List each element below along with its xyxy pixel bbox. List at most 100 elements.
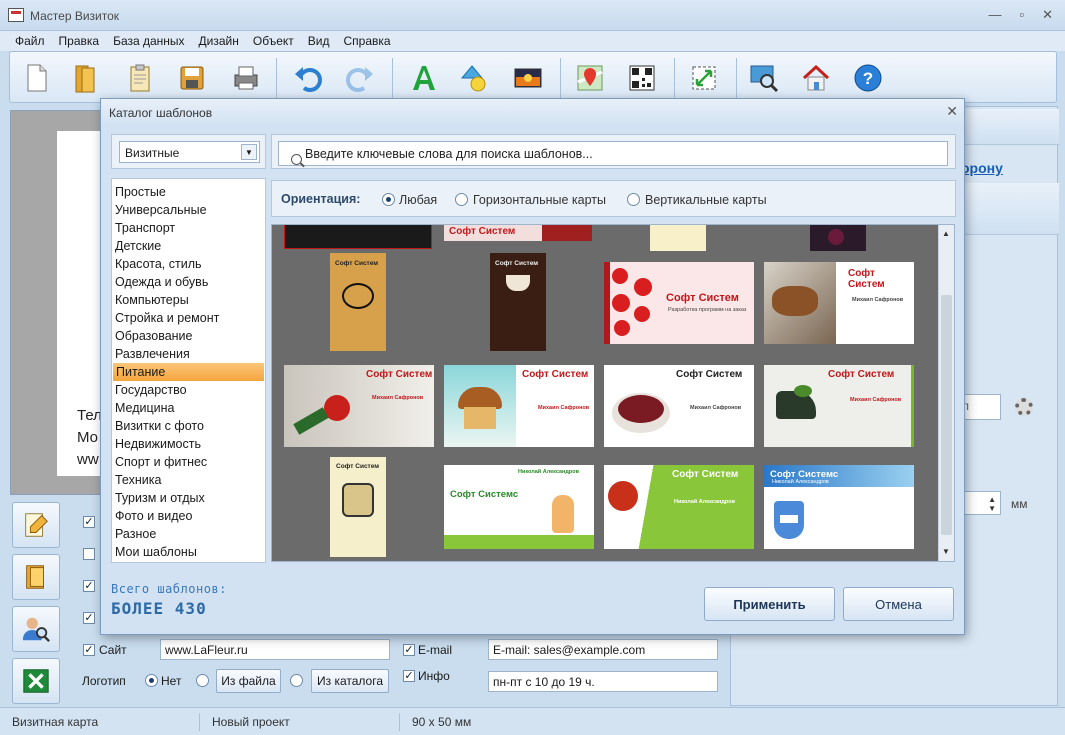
scroll-up-icon[interactable]: ▲ xyxy=(942,229,950,238)
minimize-button[interactable]: — xyxy=(988,7,1001,23)
category-item[interactable]: Универсальные xyxy=(112,201,265,219)
category-item[interactable]: Мои шаблоны xyxy=(112,543,265,561)
from-file-button[interactable]: Из файла xyxy=(216,669,281,693)
email-checkbox[interactable]: ✓ xyxy=(403,644,415,656)
search-input[interactable]: Введите ключевые слова для поиска шаблон… xyxy=(278,141,948,166)
menu-file[interactable]: Файл xyxy=(8,31,52,51)
field-checkbox-3[interactable]: ✓ xyxy=(83,580,95,592)
site-checkbox[interactable]: ✓ xyxy=(83,644,95,656)
excel-button[interactable] xyxy=(12,658,60,704)
category-item[interactable]: Компьютеры xyxy=(112,291,265,309)
templates-button[interactable] xyxy=(12,554,60,600)
category-item[interactable]: Транспорт xyxy=(112,219,265,237)
orientation-vertical-radio[interactable] xyxy=(627,193,640,206)
scrollbar-thumb[interactable] xyxy=(941,295,952,535)
category-item[interactable]: Медицина xyxy=(112,399,265,417)
menu-design[interactable]: Дизайн xyxy=(192,31,246,51)
template-thumb[interactable]: Софт Систем xyxy=(444,225,592,241)
field-checkbox-1[interactable]: ✓ xyxy=(83,516,95,528)
dialog-close-icon[interactable]: ✕ xyxy=(946,103,958,120)
orientation-horizontal-label[interactable]: Горизонтальные карты xyxy=(473,193,606,207)
cancel-button[interactable]: Отмена xyxy=(843,587,954,621)
category-item[interactable]: Техника xyxy=(112,471,265,489)
category-item[interactable]: Недвижимость xyxy=(112,435,265,453)
apply-button[interactable]: Применить xyxy=(704,587,835,621)
category-item[interactable]: Государство xyxy=(112,381,265,399)
category-item[interactable]: Стройка и ремонт xyxy=(112,309,265,327)
close-button[interactable]: ✕ xyxy=(1042,7,1053,23)
qr-code-icon[interactable] xyxy=(624,60,660,96)
template-thumb[interactable]: Софт Систем Михаил Сафронов xyxy=(284,365,434,447)
maximize-button[interactable]: ▫ xyxy=(1019,7,1024,23)
menu-object[interactable]: Объект xyxy=(246,31,301,51)
template-thumb[interactable]: Софт Систем Михаил Сафронов xyxy=(764,365,914,447)
orientation-any-label[interactable]: Любая xyxy=(399,193,437,207)
category-item[interactable]: Фото и видео xyxy=(112,507,265,525)
category-item[interactable]: Спорт и фитнес xyxy=(112,453,265,471)
menu-database[interactable]: База данных xyxy=(106,31,191,51)
template-thumb[interactable]: Софт Систем xyxy=(330,253,386,351)
search-contacts-button[interactable] xyxy=(12,606,60,652)
template-thumb[interactable] xyxy=(810,225,866,251)
chevron-down-icon[interactable]: ▼ xyxy=(241,144,257,160)
save-icon[interactable] xyxy=(174,60,210,96)
design-canvas[interactable]: Тел Мо ww xyxy=(10,110,107,495)
template-thumb[interactable]: Софт Систем Николай Александров xyxy=(604,465,754,549)
template-thumb[interactable]: Софт Системс Николай Александров xyxy=(444,465,594,549)
edit-text-button[interactable] xyxy=(12,502,60,548)
gallery-scrollbar[interactable]: ▲ ▼ xyxy=(938,225,954,561)
category-item[interactable]: Простые xyxy=(112,183,265,201)
template-thumb[interactable]: Софт Систем Михаил Сафронов xyxy=(764,262,914,344)
template-thumb[interactable]: Софт Систем Разработка программ на заказ xyxy=(604,262,754,344)
fit-icon[interactable] xyxy=(686,60,722,96)
field-checkbox-4[interactable]: ✓ xyxy=(83,612,95,624)
print-icon[interactable] xyxy=(228,60,264,96)
scroll-down-icon[interactable]: ▼ xyxy=(942,547,950,556)
template-thumb[interactable]: Софт Систем xyxy=(330,457,386,557)
template-thumb[interactable]: Софт Систем Михаил Сафронов xyxy=(444,365,594,447)
category-item-selected[interactable]: Питание xyxy=(113,363,264,381)
category-item[interactable]: Развлечения xyxy=(112,345,265,363)
menu-view[interactable]: Вид xyxy=(301,31,337,51)
category-item[interactable]: Визитки с фото xyxy=(112,417,265,435)
undo-icon[interactable] xyxy=(290,60,326,96)
category-item[interactable]: Одежда и обувь xyxy=(112,273,265,291)
menu-help[interactable]: Справка xyxy=(336,31,397,51)
side-link[interactable]: орону xyxy=(961,160,1003,176)
template-thumb[interactable]: Софт Систем Михаил Сафронов xyxy=(604,365,754,447)
category-item[interactable]: Образование xyxy=(112,327,265,345)
category-item[interactable]: Разное xyxy=(112,525,265,543)
new-document-icon[interactable] xyxy=(18,60,54,96)
home-icon[interactable] xyxy=(798,60,834,96)
shapes-icon[interactable] xyxy=(458,60,494,96)
info-checkbox[interactable]: ✓ xyxy=(403,670,415,682)
from-catalog-button[interactable]: Из каталога xyxy=(311,669,389,693)
redo-icon[interactable] xyxy=(342,60,378,96)
template-thumb[interactable] xyxy=(284,225,432,249)
template-thumb[interactable] xyxy=(650,225,706,251)
orientation-any-radio[interactable] xyxy=(382,193,395,206)
site-field[interactable]: www.LaFleur.ru xyxy=(160,639,390,660)
map-icon[interactable] xyxy=(572,60,608,96)
category-item[interactable]: Туризм и отдых xyxy=(112,489,265,507)
logo-catalog-radio[interactable] xyxy=(290,674,303,687)
template-thumb[interactable]: Софт Системс Николай Александров xyxy=(764,465,914,549)
orientation-horizontal-radio[interactable] xyxy=(455,193,468,206)
orientation-vertical-label[interactable]: Вертикальные карты xyxy=(645,193,767,207)
menu-edit[interactable]: Правка xyxy=(52,31,107,51)
help-icon[interactable]: ? xyxy=(850,60,886,96)
open-folder-icon[interactable] xyxy=(68,60,104,96)
category-item[interactable]: Детские xyxy=(112,237,265,255)
image-icon[interactable] xyxy=(510,60,546,96)
email-field[interactable]: E-mail: sales@example.com xyxy=(488,639,718,660)
field-checkbox-2[interactable] xyxy=(83,548,95,560)
text-icon[interactable] xyxy=(406,60,442,96)
info-field[interactable]: пн-пт с 10 до 19 ч. xyxy=(488,671,718,692)
category-type-select[interactable]: Визитные ▼ xyxy=(119,141,260,163)
logo-file-radio[interactable] xyxy=(196,674,209,687)
template-thumb[interactable]: Софт Систем xyxy=(490,253,546,351)
clipboard-icon[interactable] xyxy=(122,60,158,96)
gear-icon[interactable] xyxy=(1015,398,1033,416)
preview-icon[interactable] xyxy=(746,60,782,96)
logo-none-radio[interactable] xyxy=(145,674,158,687)
